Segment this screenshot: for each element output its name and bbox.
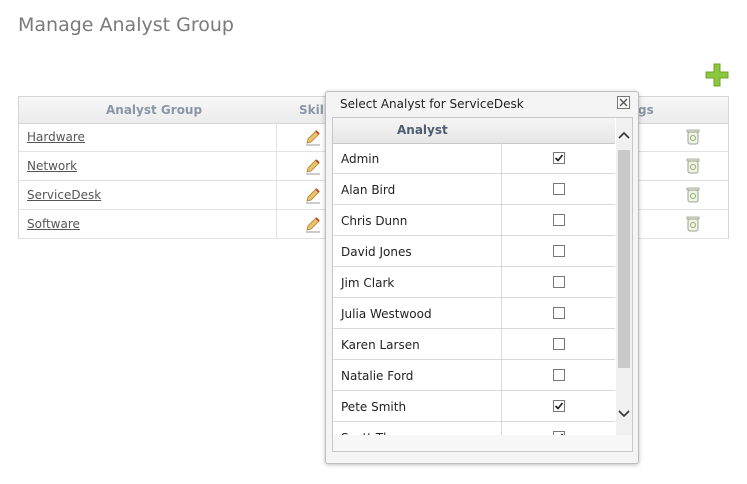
checkbox[interactable]	[553, 245, 565, 257]
checkbox[interactable]	[553, 276, 565, 288]
trash-icon[interactable]	[685, 157, 701, 175]
column-divider	[276, 123, 277, 151]
analyst-name: Admin	[341, 152, 380, 166]
group-link[interactable]: Software	[27, 217, 80, 231]
column-divider	[501, 422, 502, 435]
column-divider	[501, 236, 502, 266]
analyst-name: Alan Bird	[341, 183, 396, 197]
analyst-name: Karen Larsen	[341, 338, 420, 352]
analyst-name: Chris Dunn	[341, 214, 408, 228]
checkbox[interactable]	[553, 183, 565, 195]
list-item: Natalie Ford	[333, 360, 615, 391]
select-analyst-dialog: Select Analyst for ServiceDesk Analyst A…	[325, 91, 639, 464]
column-header-settings[interactable]: gs	[638, 103, 654, 117]
chevron-up-icon[interactable]	[616, 128, 632, 144]
pencil-icon[interactable]	[304, 158, 322, 176]
analyst-name: David Jones	[341, 245, 412, 259]
pencil-icon[interactable]	[304, 129, 322, 147]
plus-icon[interactable]	[705, 63, 729, 87]
vertical-scrollbar[interactable]	[616, 118, 632, 435]
list-item: Jim Clark	[333, 267, 615, 298]
column-divider	[501, 205, 502, 235]
group-link[interactable]: ServiceDesk	[27, 188, 101, 202]
group-link[interactable]: Hardware	[27, 130, 85, 144]
analyst-name: Pete Smith	[341, 400, 407, 414]
pencil-icon[interactable]	[304, 216, 322, 234]
group-link[interactable]: Network	[27, 159, 77, 173]
analyst-name: Natalie Ford	[341, 369, 414, 383]
trash-icon[interactable]	[685, 186, 701, 204]
analyst-list: Analyst Admin Alan Bird Chris Dunn David Jo…	[332, 117, 633, 452]
list-item: Pete Smith	[333, 391, 615, 422]
column-divider	[276, 210, 277, 238]
list-item: Chris Dunn	[333, 205, 615, 236]
column-header-skills[interactable]: Skill	[299, 103, 328, 117]
list-item: Karen Larsen	[333, 329, 615, 360]
page-title: Manage Analyst Group	[18, 14, 234, 36]
column-divider	[276, 181, 277, 209]
list-item: David Jones	[333, 236, 615, 267]
list-item: Admin	[333, 143, 615, 174]
checkbox[interactable]	[553, 214, 565, 226]
chevron-down-icon[interactable]	[616, 405, 632, 421]
column-divider	[501, 391, 502, 421]
dialog-title: Select Analyst for ServiceDesk	[340, 97, 524, 111]
analyst-list-viewport[interactable]: Analyst Admin Alan Bird Chris Dunn David Jo…	[333, 118, 615, 435]
close-icon[interactable]	[617, 96, 630, 109]
analyst-name: Jim Clark	[341, 276, 395, 290]
column-divider	[276, 152, 277, 180]
analyst-column-header: Analyst	[397, 123, 448, 137]
list-item: Scott Thompson	[333, 422, 615, 435]
pencil-icon[interactable]	[304, 187, 322, 205]
horizontal-scroll-area	[333, 435, 632, 451]
trash-icon[interactable]	[685, 128, 701, 146]
column-divider	[501, 298, 502, 328]
column-divider	[501, 143, 502, 173]
trash-icon[interactable]	[685, 215, 701, 233]
column-divider	[501, 174, 502, 204]
checkbox-checked[interactable]	[553, 400, 565, 412]
list-item: Alan Bird	[333, 174, 615, 205]
scrollbar-thumb[interactable]	[618, 150, 630, 368]
checkbox[interactable]	[553, 369, 565, 381]
checkbox[interactable]	[553, 307, 565, 319]
checkbox-checked[interactable]	[553, 152, 565, 164]
analyst-list-header: Analyst	[333, 118, 615, 144]
checkbox[interactable]	[553, 338, 565, 350]
list-item: Julia Westwood	[333, 298, 615, 329]
column-header-analyst-group[interactable]: Analyst Group	[106, 103, 202, 117]
column-divider	[501, 329, 502, 359]
analyst-name: Julia Westwood	[341, 307, 432, 321]
column-divider	[501, 267, 502, 297]
column-divider	[501, 360, 502, 390]
